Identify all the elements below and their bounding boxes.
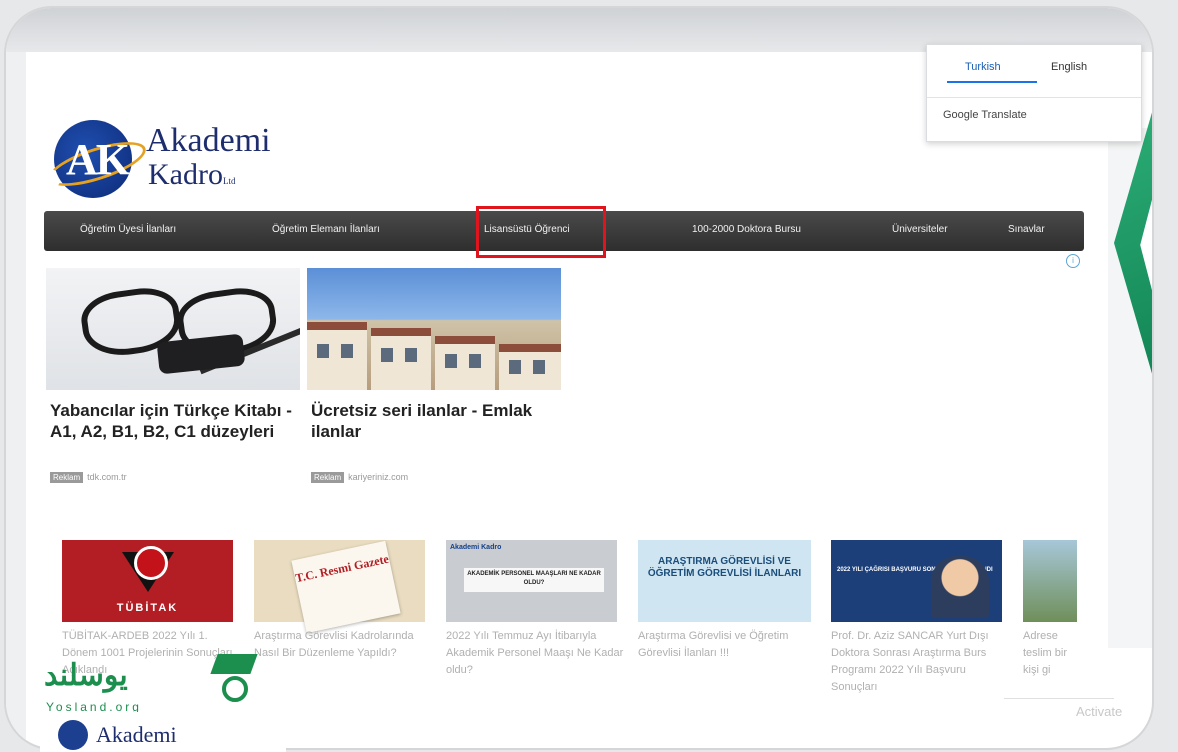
news-caption[interactable]: Prof. Dr. Aziz SANCAR Yurt Dışı Doktora … <box>831 628 1009 696</box>
nav-item-universiteler[interactable]: Üniversiteler <box>892 224 948 235</box>
tubitak-seal-icon <box>134 546 168 580</box>
ad-source[interactable]: Reklam tdk.com.tr <box>50 472 127 483</box>
google-translate-link[interactable]: Google Translate <box>943 109 1027 121</box>
red-highlight-box <box>476 206 606 258</box>
house-shape <box>499 344 561 390</box>
divider <box>927 97 1141 98</box>
bottom-logo-card: Akademi <box>40 712 286 752</box>
logo-suffix: Ltd <box>222 176 236 186</box>
house-window <box>341 344 353 358</box>
news-image-tubitak[interactable]: TÜBİTAK <box>62 540 233 622</box>
nav-item-doktora-bursu[interactable]: 100-2000 Doktora Bursu <box>692 224 801 235</box>
news-image-text: ARAŞTIRMA GÖREVLİSİ VE ÖĞRETİM GÖREVLİSİ… <box>647 556 802 579</box>
news-image-text: AKADEMİK PERSONEL MAAŞLARI NE KADAR OLDU… <box>464 568 604 592</box>
ad-source[interactable]: Reklam kariyeriniz.com <box>311 472 408 483</box>
house-shape <box>435 336 495 390</box>
logo-word-kadro-text: Kadro <box>148 158 223 191</box>
news-image-resmi-gazete[interactable]: T.C. Resmi Gazete <box>254 540 425 634</box>
logo-word-akademi: Akademi <box>146 122 271 159</box>
house-window <box>445 354 457 368</box>
house-shape <box>371 328 431 390</box>
house-window <box>469 354 481 368</box>
logo-letters: AK <box>66 135 130 184</box>
news-image-text: TÜBİTAK <box>116 602 179 614</box>
active-tab-indicator <box>947 81 1037 83</box>
news-image-text: T.C. Resmi Gazete <box>294 551 391 586</box>
site-logo[interactable]: AK Akademi KadroLtd <box>43 120 294 200</box>
house-shape <box>307 322 367 390</box>
ad-tag: Reklam <box>311 472 345 483</box>
house-window <box>381 348 393 362</box>
house-window <box>509 360 521 374</box>
ad-tag: Reklam <box>50 472 84 483</box>
news-image-logo: Akademi Kadro <box>450 544 502 551</box>
house-window <box>405 348 417 362</box>
ad-source-domain: kariyeriniz.com <box>348 472 409 482</box>
check-circle-icon <box>222 676 248 702</box>
google-translate-popup: Turkish English Google Translate <box>926 44 1142 142</box>
ad-source-domain: tdk.com.tr <box>87 472 127 482</box>
gazete-paper: T.C. Resmi Gazete <box>291 540 401 634</box>
activate-windows-notice: Activate <box>1076 704 1123 719</box>
news-caption[interactable]: Adrese teslim bir kişi gi <box>1023 628 1079 679</box>
news-image-arastirma[interactable]: ARAŞTIRMA GÖREVLİSİ VE ÖĞRETİM GÖREVLİSİ… <box>638 540 811 622</box>
divider <box>1004 698 1114 699</box>
logo-word-kadro: KadroLtd <box>148 158 235 192</box>
left-gutter <box>6 52 26 748</box>
nav-item-sinavlar[interactable]: Sınavlar <box>1008 224 1045 235</box>
bottom-logo-emblem <box>58 720 88 750</box>
tab-english[interactable]: English <box>1051 61 1087 73</box>
adchoices-icon[interactable]: i <box>1066 254 1080 268</box>
nav-item-ogretim-uyesi[interactable]: Öğretim Üyesi İlanları <box>80 224 176 235</box>
yosland-watermark: يوسلند Yosland.org <box>44 654 264 718</box>
graduation-cap-icon <box>210 654 258 674</box>
ad-image-glasses[interactable] <box>46 268 300 390</box>
watermark-arabic: يوسلند <box>44 659 128 692</box>
ad-title[interactable]: Ücretsiz seri ilanlar - Emlak ilanlar <box>311 400 561 442</box>
news-caption[interactable]: 2022 Yılı Temmuz Ayı İtibarıyla Akademik… <box>446 628 624 679</box>
tab-turkish[interactable]: Turkish <box>965 61 1001 73</box>
news-image-sancar[interactable]: 2022 YILI ÇAĞRISI BAŞVURU SONUÇLARI AÇIK… <box>831 540 1002 622</box>
house-window <box>533 360 545 374</box>
ad-title[interactable]: Yabancılar için Türkçe Kitabı - A1, A2, … <box>50 400 300 442</box>
news-caption[interactable]: Araştırma Görevlisi ve Öğretim Görevlisi… <box>638 628 816 662</box>
news-caption[interactable]: Araştırma Görevlisi Kadrolarında Nasıl B… <box>254 628 432 662</box>
bottom-logo-text: Akademi <box>96 722 177 747</box>
news-image-maas[interactable]: Akademi Kadro AKADEMİK PERSONEL MAAŞLARI… <box>446 540 617 622</box>
house-window <box>317 344 329 358</box>
portrait-shape <box>931 556 989 618</box>
ad-image-houses[interactable] <box>307 268 561 390</box>
nav-item-ogretim-elemani[interactable]: Öğretim Elemanı İlanları <box>272 224 380 235</box>
news-image-partial[interactable] <box>1023 540 1077 622</box>
